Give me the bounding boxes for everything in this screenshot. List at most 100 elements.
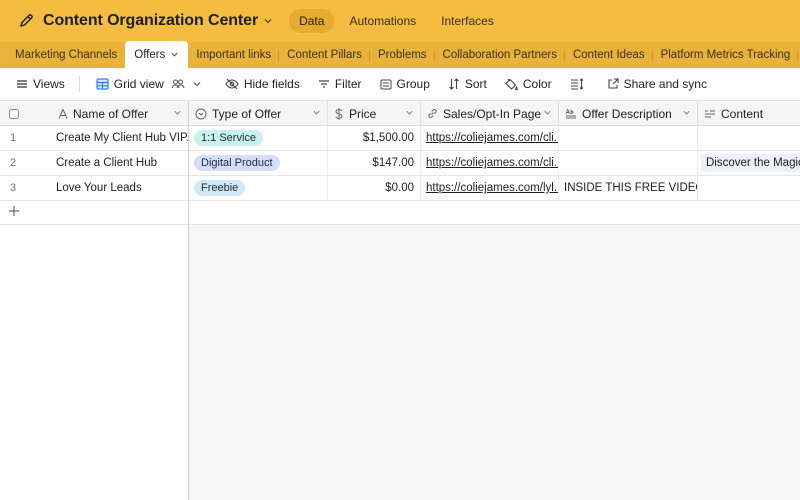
nav-interfaces[interactable]: Interfaces: [431, 9, 504, 33]
frozen-column-divider[interactable]: [188, 101, 189, 500]
tab-content-ideas[interactable]: Content Ideas: [565, 42, 653, 68]
sales-page-link[interactable]: https://coliejames.com/cli...: [426, 157, 558, 169]
cell-name-of-offer[interactable]: Create My Client Hub VIP...: [50, 126, 189, 150]
cell-content[interactable]: [698, 176, 800, 200]
tab-label: Content Pillars: [287, 49, 362, 61]
grid-view-button[interactable]: Grid view: [96, 77, 207, 91]
paint-bucket-icon: [505, 78, 518, 91]
column-label: Sales/Opt-In Page: [443, 106, 542, 121]
hide-fields-label: Hide fields: [243, 77, 300, 91]
cell-sales-page[interactable]: https://coliejames.com/cli...: [421, 126, 559, 150]
tab-label: Platform Metrics Tracking: [660, 49, 791, 61]
tab-collaboration-partners[interactable]: Collaboration Partners: [435, 42, 565, 68]
column-header-type-of-offer[interactable]: Type of Offer: [189, 101, 328, 126]
cell-sales-page[interactable]: https://coliejames.com/cli...: [421, 151, 559, 175]
column-header-offer-description[interactable]: Offer Description: [559, 101, 698, 126]
chevron-down-icon[interactable]: [170, 50, 179, 59]
sales-page-link[interactable]: https://coliejames.com/cli...: [426, 132, 558, 144]
tab-label: Collaboration Partners: [442, 49, 557, 61]
external-link-icon: [607, 78, 619, 90]
tab-label: Important links: [196, 49, 272, 61]
link-icon: [427, 108, 438, 119]
chevron-down-icon[interactable]: [682, 108, 691, 117]
cell-type-of-offer[interactable]: Freebie: [189, 176, 328, 200]
column-header-price[interactable]: Price: [328, 101, 421, 126]
column-header-sales-opt-in-page[interactable]: Sales/Opt-In Page: [421, 101, 559, 126]
views-button[interactable]: Views: [16, 77, 65, 91]
cell-price[interactable]: $1,500.00: [328, 126, 421, 150]
cell-offer-description[interactable]: INSIDE THIS FREE VIDEO ...: [559, 176, 698, 200]
filter-icon: [318, 79, 330, 89]
chevron-down-icon[interactable]: [312, 108, 321, 117]
grid-icon: [96, 78, 109, 90]
column-header-name-of-offer[interactable]: Name of Offer: [50, 101, 189, 126]
table-row[interactable]: 1 Create My Client Hub VIP... 1:1 Servic…: [0, 126, 800, 151]
cell-price[interactable]: $0.00: [328, 176, 421, 200]
long-text-icon: [565, 108, 577, 119]
tab-label: Content Ideas: [572, 49, 645, 61]
column-label: Name of Offer: [73, 106, 149, 121]
single-select-icon: [195, 108, 207, 120]
nav-automations[interactable]: Automations: [339, 9, 426, 33]
column-header-content[interactable]: Content: [698, 101, 800, 126]
group-button[interactable]: Group: [380, 77, 430, 91]
cell-offer-description[interactable]: [559, 126, 698, 150]
cell-name-of-offer[interactable]: Create a Client Hub: [50, 151, 189, 175]
tab-content-pillars[interactable]: Content Pillars: [279, 42, 370, 68]
tab-platform-metrics-tracking[interactable]: Platform Metrics Tracking: [653, 42, 799, 68]
app-nav: Data Automations Interfaces: [289, 9, 509, 33]
chevron-down-icon[interactable]: [173, 108, 182, 117]
tab-label: Problems: [377, 49, 427, 61]
tab-label: Marketing Channels: [15, 49, 118, 61]
pencil-icon[interactable]: [16, 11, 36, 31]
cell-price[interactable]: $147.00: [328, 151, 421, 175]
select-all-checkbox[interactable]: [0, 101, 50, 126]
group-label: Group: [396, 77, 430, 91]
row-height-button[interactable]: [570, 78, 589, 90]
type-chip: 1:1 Service: [194, 130, 264, 146]
chevron-down-icon[interactable]: [263, 15, 275, 27]
table-row[interactable]: 3 Love Your Leads Freebie $0.00 https://…: [0, 176, 800, 201]
cell-content[interactable]: Discover the Magic c: [698, 151, 800, 175]
grid-header: Name of Offer Type of Offer Price Sales/…: [0, 101, 800, 126]
chevron-down-icon[interactable]: [543, 108, 552, 117]
column-label: Offer Description: [582, 106, 672, 121]
plus-icon[interactable]: [8, 205, 20, 220]
collaborators-icon: [171, 78, 185, 90]
tab-important-links[interactable]: Important links: [188, 42, 280, 68]
app-header: Content Organization Center Data Automat…: [0, 0, 800, 42]
add-record-row[interactable]: [0, 201, 800, 225]
chevron-down-icon[interactable]: [405, 108, 414, 117]
row-number: 1: [10, 132, 17, 144]
table-row[interactable]: 2 Create a Client Hub Digital Product $1…: [0, 151, 800, 176]
tab-offers[interactable]: Offers: [125, 41, 189, 68]
chevron-down-icon[interactable]: [192, 79, 202, 89]
type-chip: Freebie: [194, 180, 246, 196]
nav-data[interactable]: Data: [289, 9, 335, 33]
base-title[interactable]: Content Organization Center: [43, 12, 258, 30]
filter-button[interactable]: Filter: [318, 77, 362, 91]
linked-record-pill[interactable]: Discover the Magic c: [701, 154, 800, 172]
cell-type-of-offer[interactable]: Digital Product: [189, 151, 328, 175]
row-number: 3: [10, 182, 17, 194]
cell-name-of-offer[interactable]: Love Your Leads: [50, 176, 189, 200]
cell-offer-description[interactable]: [559, 151, 698, 175]
share-and-sync-button[interactable]: Share and sync: [607, 77, 707, 91]
view-toolbar: Views Grid view Hide fields Filter Group…: [0, 68, 800, 101]
tab-problems[interactable]: Problems: [370, 42, 435, 68]
cell-content[interactable]: [698, 126, 800, 150]
toolbar-divider: [78, 76, 80, 92]
sort-icon: [448, 78, 460, 90]
color-button[interactable]: Color: [505, 77, 552, 91]
hide-fields-button[interactable]: Hide fields: [225, 77, 300, 91]
sales-page-link[interactable]: https://coliejames.com/lyl...: [426, 182, 558, 194]
views-label: Views: [33, 77, 65, 91]
records-grid: Name of Offer Type of Offer Price Sales/…: [0, 101, 800, 500]
text-field-icon: [58, 108, 68, 119]
tab-label: Offers: [134, 48, 166, 61]
filter-label: Filter: [334, 77, 362, 91]
sort-button[interactable]: Sort: [448, 77, 487, 91]
tab-marketing-channels[interactable]: Marketing Channels: [0, 42, 125, 68]
cell-type-of-offer[interactable]: 1:1 Service: [189, 126, 328, 150]
cell-sales-page[interactable]: https://coliejames.com/lyl...: [421, 176, 559, 200]
